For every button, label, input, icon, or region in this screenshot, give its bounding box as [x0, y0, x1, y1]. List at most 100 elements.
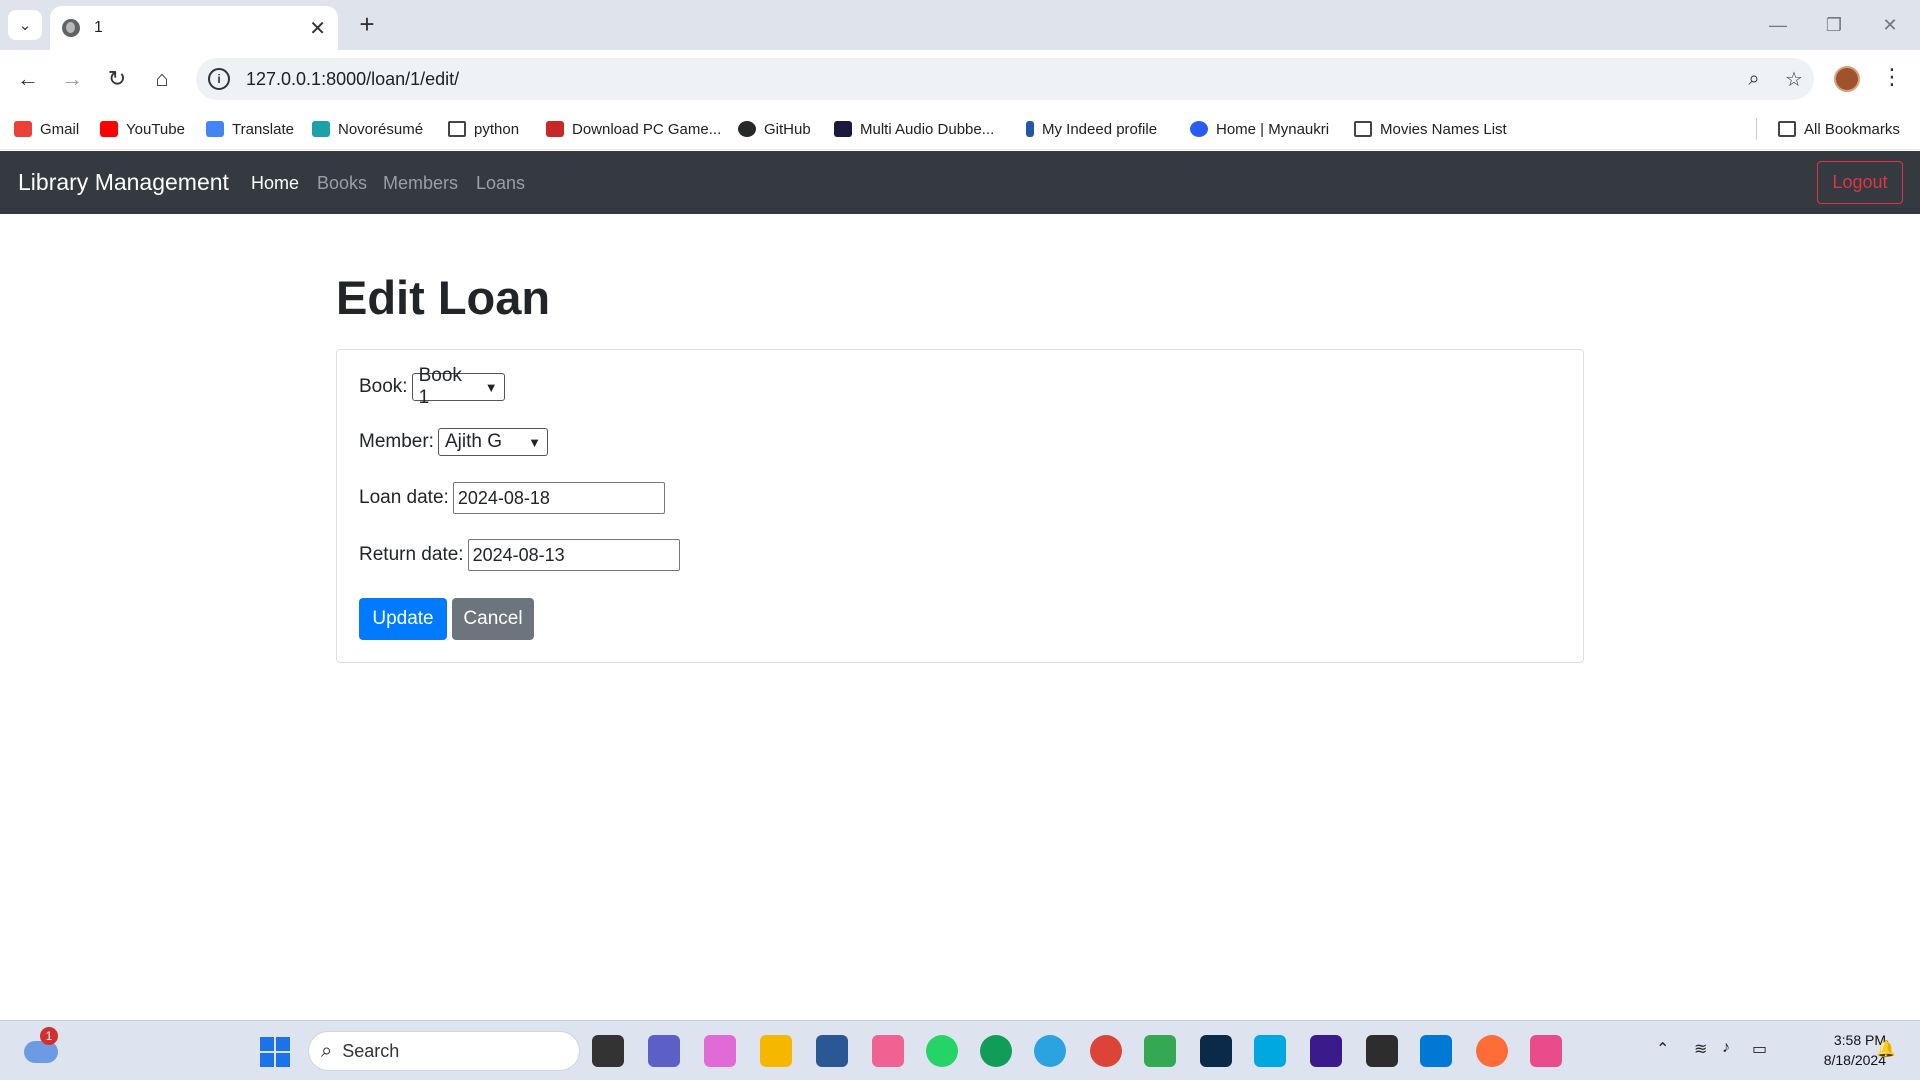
whatsapp-icon[interactable] [926, 1035, 958, 1067]
bookmark-label: Novorésumé [338, 120, 424, 138]
battery-icon[interactable]: ▭ [1752, 1039, 1767, 1059]
folder-icon [448, 121, 466, 137]
telegram-icon[interactable] [1034, 1035, 1066, 1067]
member-select[interactable]: Ajith G ▼ [437, 428, 548, 456]
brand[interactable]: Library Management [18, 169, 229, 196]
browser-tab[interactable]: 1 ✕ [50, 6, 338, 50]
loan-date-row: Loan date: 2024-08-18 [359, 482, 665, 514]
loan-date-input[interactable]: 2024-08-18 [452, 482, 665, 514]
git-icon[interactable] [1530, 1035, 1562, 1067]
bookmark-gmail[interactable]: Gmail [14, 118, 79, 140]
chrome-icon[interactable] [1090, 1035, 1122, 1067]
edge-icon[interactable] [980, 1035, 1012, 1067]
loan-date-label: Loan date: [359, 487, 449, 508]
bookmark-github[interactable]: GitHub [738, 118, 811, 140]
page-title: Edit Loan [336, 271, 551, 324]
browser-toolbar: ← → ↻ ⌂ i 127.0.0.1:8000/loan/1/edit/ ⌕ … [0, 50, 1920, 108]
bookmark-indeed[interactable]: My Indeed profile [1026, 118, 1157, 140]
vscode-icon[interactable] [1420, 1035, 1452, 1067]
cancel-button[interactable]: Cancel [452, 598, 534, 640]
nav-loans[interactable]: Loans [476, 173, 525, 194]
book-row: Book: Book 1 ▼ [359, 365, 505, 408]
return-date-row: Return date: 2024-08-13 [359, 539, 680, 571]
bookmark-multi-audio[interactable]: Multi Audio Dubbe... [834, 118, 994, 140]
search-icon: ⌕ [321, 1039, 333, 1062]
amazon-music-icon[interactable] [1310, 1035, 1342, 1067]
minimize-button[interactable]: — [1750, 10, 1806, 40]
google-drive-icon[interactable] [1144, 1035, 1176, 1067]
wifi-icon[interactable]: ≋ [1694, 1039, 1707, 1059]
bookmark-download-pc-games[interactable]: Download PC Game... [546, 118, 721, 140]
bookmark-youtube[interactable]: YouTube [100, 118, 185, 140]
bookmarks-bar: Gmail YouTube Translate Novorésumé pytho… [0, 108, 1920, 150]
taskbar-search[interactable]: ⌕ Search [308, 1031, 580, 1071]
bookmark-label: All Bookmarks [1804, 120, 1900, 138]
reload-icon[interactable]: ↻ [99, 62, 135, 96]
nav-books[interactable]: Books [317, 173, 367, 194]
gmail-icon [14, 121, 32, 137]
youtube-icon [100, 121, 118, 137]
all-bookmarks[interactable]: All Bookmarks [1778, 118, 1900, 140]
new-tab-button[interactable]: + [352, 10, 382, 40]
book-label: Book: [359, 376, 408, 397]
return-date-label: Return date: [359, 544, 464, 565]
restore-button[interactable]: ❐ [1806, 10, 1862, 40]
logout-button[interactable]: Logout [1817, 161, 1903, 204]
chevron-up-icon[interactable]: ⌃ [1656, 1039, 1669, 1059]
browser-menu-icon[interactable]: ⋮ [1880, 64, 1904, 90]
update-button[interactable]: Update [359, 598, 447, 640]
bookmark-label: GitHub [764, 120, 811, 138]
notification-bell-icon[interactable]: 🔔 [1876, 1039, 1896, 1059]
volume-icon[interactable]: ♪ [1722, 1039, 1730, 1057]
movie-icon [834, 121, 852, 137]
folder-icon [1778, 121, 1796, 137]
windows-start-icon[interactable] [260, 1037, 290, 1067]
close-window-button[interactable]: ✕ [1862, 10, 1918, 40]
postman-icon[interactable] [1476, 1035, 1508, 1067]
game-icon [546, 121, 564, 137]
bookmark-novoresume[interactable]: Novorésumé [312, 118, 423, 140]
back-icon[interactable]: ← [10, 62, 46, 96]
return-date-input[interactable]: 2024-08-13 [467, 539, 680, 571]
translate-icon [206, 121, 224, 137]
profile-avatar[interactable] [1834, 66, 1860, 92]
bookmark-label: Home | Mynaukri [1216, 120, 1330, 138]
nav-members[interactable]: Members [383, 173, 458, 194]
clock-time: 3:58 PM [1833, 1032, 1886, 1048]
terminal-icon[interactable] [1366, 1035, 1398, 1067]
zoom-icon[interactable]: ⌕ [1734, 68, 1774, 91]
address-bar[interactable]: i 127.0.0.1:8000/loan/1/edit/ ⌕ ☆ [196, 58, 1814, 100]
bookmark-folder-movies[interactable]: Movies Names List [1354, 118, 1507, 140]
bookmark-mynaukri[interactable]: Home | Mynaukri [1190, 118, 1329, 140]
nav-home[interactable]: Home [251, 173, 299, 194]
taskbar: 1 ⌕ Search ⌃ ≋ ♪ ▭ 3:58 PM 8/18/2024 🔔 [0, 1020, 1920, 1080]
url-text[interactable]: 127.0.0.1:8000/loan/1/edit/ [246, 69, 1734, 90]
home-icon[interactable]: ⌂ [144, 62, 180, 96]
task-view-icon[interactable] [592, 1035, 624, 1067]
bookmark-folder-python[interactable]: python [448, 118, 519, 140]
site-info-icon[interactable]: i [208, 68, 230, 90]
bookmark-label: Multi Audio Dubbe... [860, 120, 995, 138]
bookmark-star-icon[interactable]: ☆ [1774, 67, 1814, 92]
tab-search-chevron-icon[interactable]: ⌄ [8, 10, 42, 40]
book-select-value: Book 1 [418, 365, 462, 408]
meet-icon[interactable] [648, 1035, 680, 1067]
clock[interactable]: 3:58 PM 8/18/2024 [1796, 1030, 1886, 1070]
chevron-down-icon: ▼ [484, 379, 498, 395]
forward-icon[interactable]: → [54, 62, 90, 96]
weather-badge: 1 [40, 1027, 58, 1045]
snipping-tool-icon[interactable] [872, 1035, 904, 1067]
novoresume-icon [312, 121, 330, 137]
copilot-icon[interactable] [704, 1035, 736, 1067]
close-tab-icon[interactable]: ✕ [309, 16, 326, 41]
bookmark-translate[interactable]: Translate [206, 118, 294, 140]
indeed-icon [1026, 121, 1034, 137]
weather-icon[interactable] [24, 1041, 58, 1063]
file-explorer-icon[interactable] [760, 1035, 792, 1067]
store-icon[interactable] [816, 1035, 848, 1067]
disney-plus-icon[interactable] [1200, 1035, 1232, 1067]
book-select[interactable]: Book 1 ▼ [411, 365, 505, 408]
bookmark-label: Movies Names List [1380, 120, 1507, 138]
prime-video-icon[interactable] [1254, 1035, 1286, 1067]
github-icon [738, 121, 756, 137]
